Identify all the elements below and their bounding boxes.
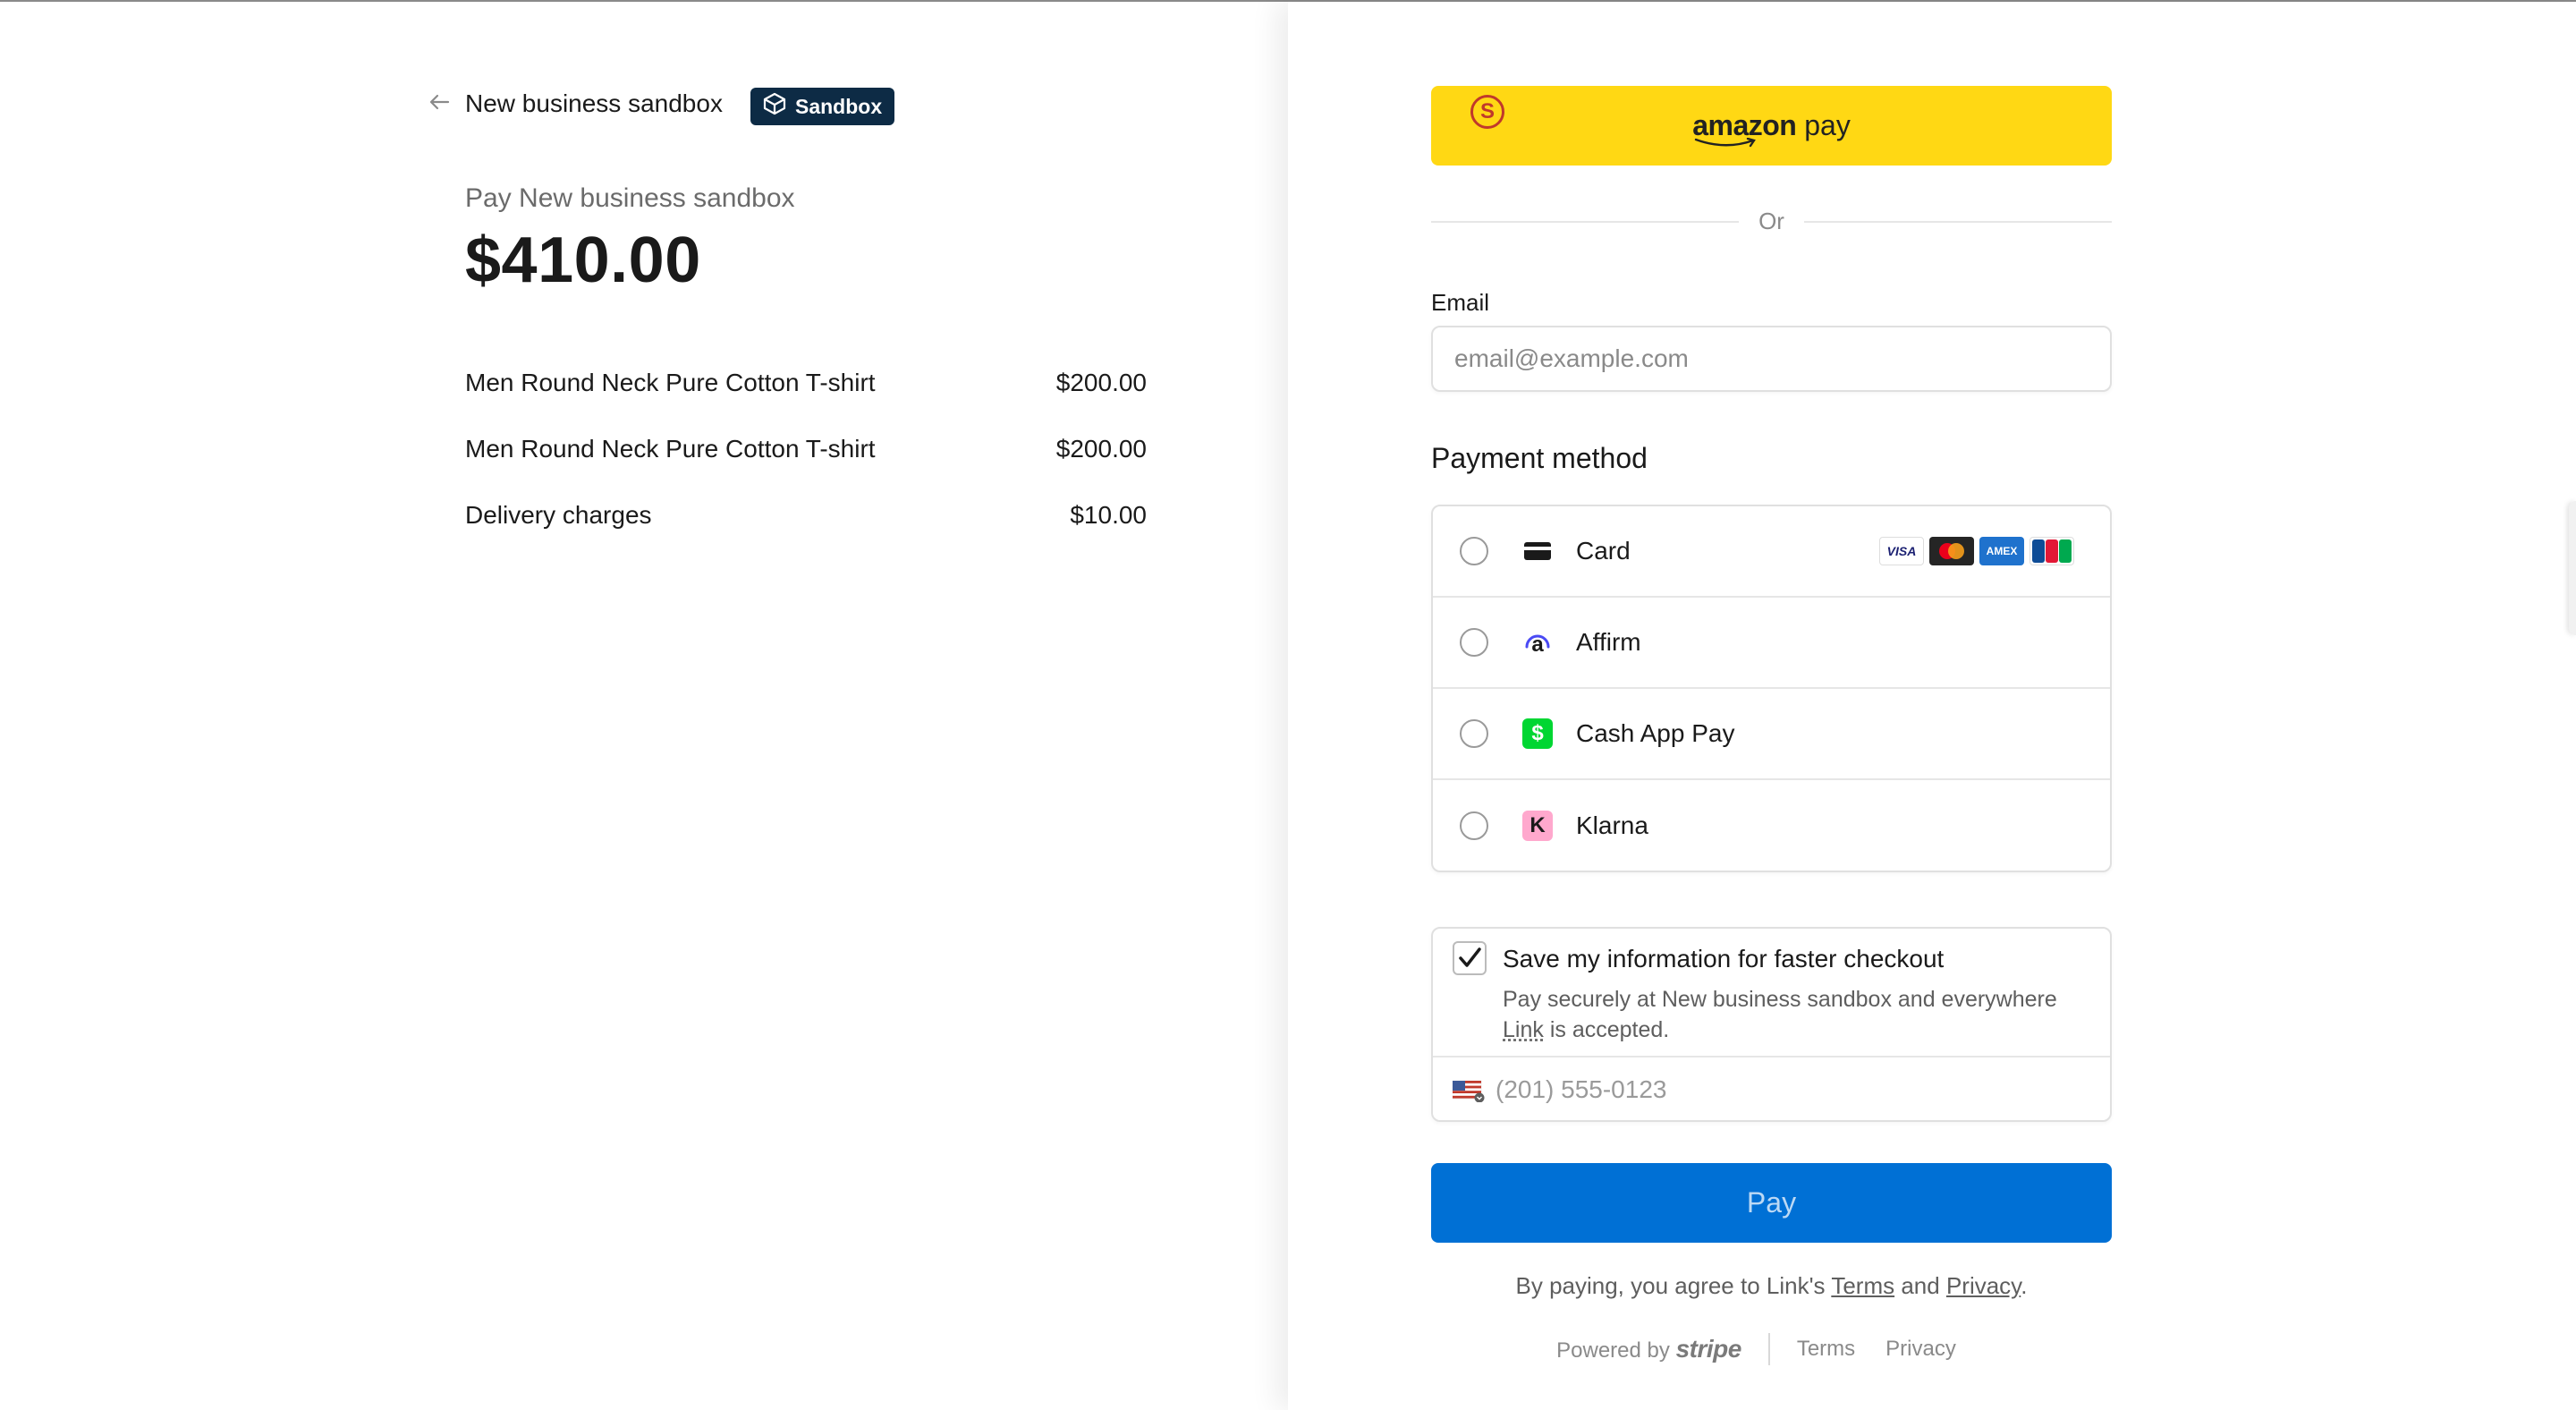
payment-option-klarna[interactable]: K Klarna: [1433, 780, 2110, 871]
amazon-word: amazon: [1692, 109, 1797, 141]
line-item: Delivery charges $10.00: [465, 501, 1147, 567]
business-name: New business sandbox: [465, 89, 723, 117]
arrow-left-icon: [426, 89, 453, 120]
footer-terms-link[interactable]: Terms: [1797, 1337, 1855, 1362]
line-item-price: $200.00: [1055, 435, 1147, 463]
card-brands: VISA AMEX: [1879, 537, 2074, 565]
phone-field[interactable]: [1496, 1066, 2086, 1113]
payment-option-affirm[interactable]: a Affirm: [1433, 598, 2110, 689]
agreement-before: By paying, you agree to Link's: [1515, 1272, 1832, 1299]
divider-line: [1431, 220, 1740, 223]
order-summary-pane: New business sandbox Sandbox Pay New bus…: [0, 2, 1288, 1410]
footer-separator: [1767, 1333, 1770, 1365]
sandbox-badge-label: Sandbox: [795, 94, 883, 118]
payment-option-cash-app-pay[interactable]: $ Cash App Pay: [1433, 689, 2110, 780]
line-item-price: $200.00: [1055, 369, 1147, 396]
pay-button[interactable]: Pay: [1431, 1163, 2112, 1243]
line-item: Men Round Neck Pure Cotton T-shirt $200.…: [465, 435, 1147, 501]
link-save-info-box: Save my information for faster checkout …: [1431, 927, 2112, 1122]
affirm-icon: a: [1522, 627, 1553, 658]
card-radio[interactable]: [1460, 537, 1488, 565]
agreement-text: By paying, you agree to Link's Terms and…: [1431, 1272, 2112, 1300]
visa-icon: VISA: [1879, 537, 1924, 565]
link-text-link[interactable]: Link: [1503, 1017, 1544, 1042]
agreement-and: and: [1894, 1272, 1946, 1299]
line-items: Men Round Neck Pure Cotton T-shirt $200.…: [465, 369, 1147, 567]
affirm-label: Affirm: [1576, 628, 1641, 656]
klarna-radio[interactable]: [1460, 811, 1488, 840]
pay-word: pay: [1804, 109, 1851, 141]
email-label: Email: [1431, 289, 1490, 316]
side-panel-handle[interactable]: [2569, 501, 2576, 635]
save-info-title: Save my information for faster checkout: [1503, 945, 1945, 973]
payment-method-title: Payment method: [1431, 442, 1648, 474]
payment-method-list: Card VISA AMEX a Affirm $ Cash App Pay K…: [1431, 505, 2112, 872]
agreement-end: .: [2021, 1272, 2028, 1299]
line-item-price: $10.00: [1070, 501, 1147, 529]
pay-label: Pay New business sandbox: [465, 183, 795, 213]
amazon-pay-badge-icon: S: [1470, 95, 1504, 129]
payment-option-card[interactable]: Card VISA AMEX: [1433, 506, 2110, 598]
back-button[interactable]: [426, 89, 453, 120]
powered-by-label: Powered by: [1556, 1338, 1670, 1363]
line-item-name: Men Round Neck Pure Cotton T-shirt: [465, 435, 876, 463]
email-field[interactable]: [1431, 326, 2112, 392]
mastercard-icon: [1929, 537, 1974, 565]
cash-app-radio[interactable]: [1460, 719, 1488, 748]
klarna-label: Klarna: [1576, 811, 1648, 839]
stripe-logo: stripe: [1675, 1335, 1742, 1363]
amazon-smile-icon: [1694, 138, 1757, 148]
save-info-description: Pay securely at New business sandbox and…: [1503, 984, 2057, 1045]
total-amount: $410.00: [465, 225, 701, 296]
checkmark-icon: [1459, 947, 1481, 967]
divider-line: [1803, 220, 2113, 223]
or-label: Or: [1758, 208, 1784, 234]
line-item: Men Round Neck Pure Cotton T-shirt $200.…: [465, 369, 1147, 435]
powered-by-stripe[interactable]: Powered by stripe: [1556, 1335, 1741, 1363]
card-label: Card: [1576, 537, 1631, 565]
footer-privacy-link[interactable]: Privacy: [1885, 1337, 1956, 1362]
save-info-checkbox[interactable]: [1453, 941, 1487, 975]
cash-app-label: Cash App Pay: [1576, 719, 1735, 747]
save-info-text-end: is accepted.: [1543, 1017, 1670, 1042]
sandbox-badge: Sandbox: [750, 88, 895, 125]
us-flag-icon[interactable]: [1452, 1079, 1485, 1103]
footer: Powered by stripe Terms Privacy: [1431, 1333, 2112, 1365]
affirm-glyph: a: [1531, 633, 1544, 657]
card-icon: [1522, 536, 1553, 566]
or-divider: Or: [1431, 208, 2113, 235]
amazon-pay-button[interactable]: S amazon pay: [1431, 86, 2112, 166]
affirm-radio[interactable]: [1460, 628, 1488, 657]
amazon-pay-logo: amazon pay: [1692, 109, 1851, 148]
klarna-icon: K: [1522, 811, 1553, 841]
sandbox-cube-icon: [761, 90, 788, 123]
cash-app-icon: $: [1522, 718, 1553, 749]
line-item-name: Men Round Neck Pure Cotton T-shirt: [465, 369, 876, 396]
jcb-icon: [2029, 537, 2074, 565]
phone-row: [1433, 1056, 2110, 1122]
link-terms-link[interactable]: Terms: [1831, 1272, 1894, 1299]
save-info-text: Pay securely at New business sandbox and…: [1503, 987, 2057, 1012]
amex-icon: AMEX: [1979, 537, 2024, 565]
line-item-name: Delivery charges: [465, 501, 652, 529]
link-privacy-link[interactable]: Privacy: [1946, 1272, 2021, 1299]
